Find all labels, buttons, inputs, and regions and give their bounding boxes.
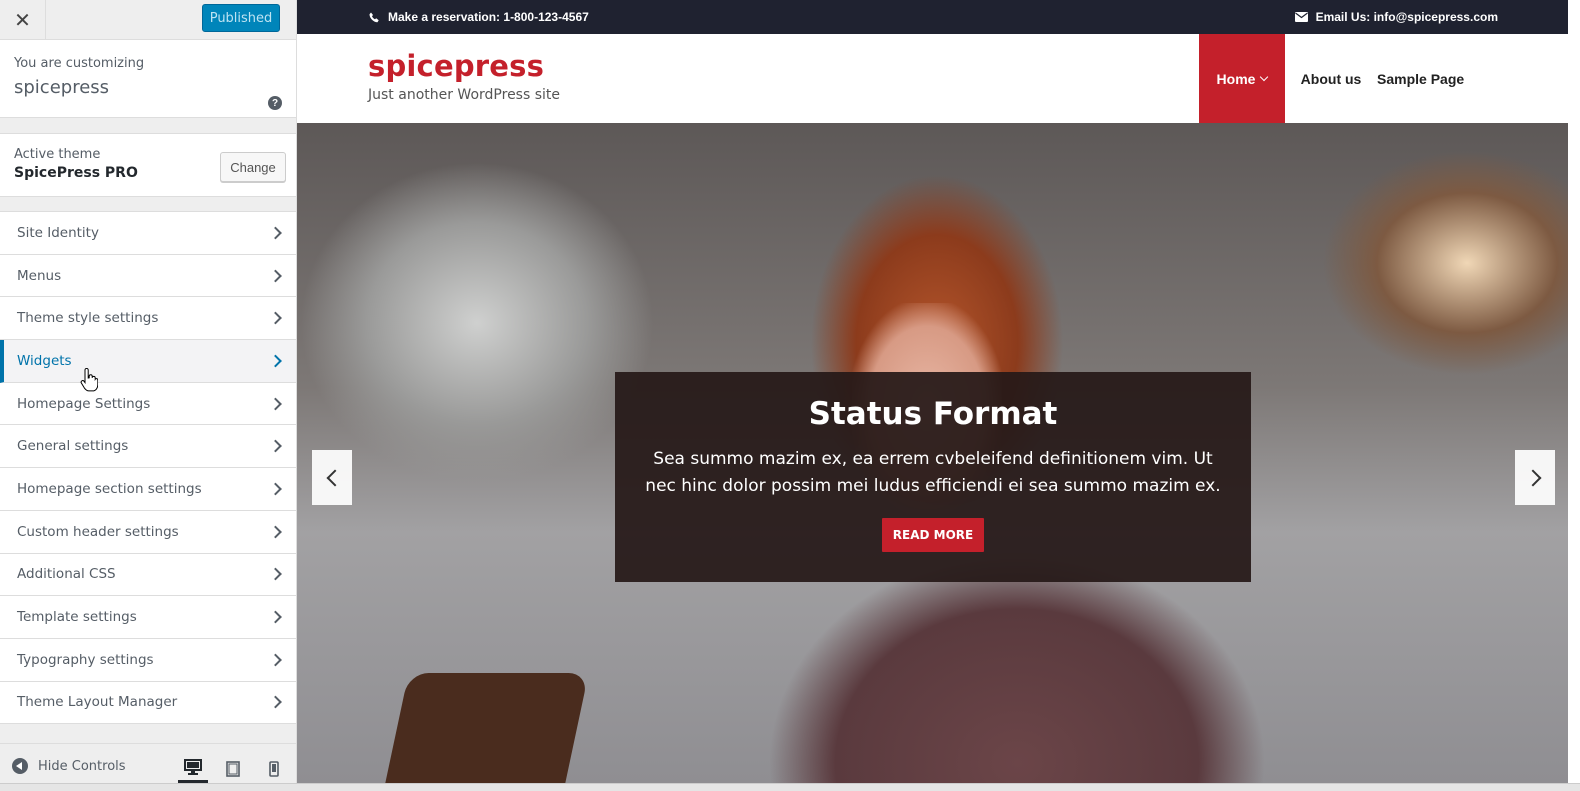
panel-label: General settings — [17, 438, 129, 455]
panel-label: Site Identity — [17, 224, 99, 241]
email-text: Email Us: info@spicepress.com — [1315, 10, 1498, 24]
chevron-right-icon — [269, 311, 282, 325]
nav-about-us[interactable]: About us — [1285, 34, 1377, 123]
email-info: Email Us: info@spicepress.com — [1294, 10, 1498, 24]
hero-slider: Status Format Sea summo mazim ex, ea err… — [297, 123, 1568, 783]
panel-label: Additional CSS — [17, 566, 116, 583]
customizing-info: You are customizing spicepress ? — [0, 40, 296, 118]
chevron-right-icon — [269, 354, 282, 368]
chevron-left-icon — [326, 469, 343, 486]
panel-label: Theme Layout Manager — [17, 694, 178, 711]
panel-homepage-section-settings[interactable]: Homepage section settings — [0, 468, 296, 511]
chevron-right-icon — [269, 226, 282, 240]
site-topbar: Make a reservation: 1-800-123-4567 Email… — [297, 0, 1568, 34]
change-theme-button[interactable]: Change — [220, 152, 286, 182]
mobile-icon — [269, 761, 279, 777]
nav-home-label: Home — [1216, 70, 1256, 87]
envelope-icon — [1294, 12, 1308, 22]
nav-sample-page[interactable]: Sample Page — [1377, 34, 1482, 123]
tablet-icon — [226, 761, 240, 777]
chevron-right-icon — [269, 525, 282, 539]
panel-menus[interactable]: Menus — [0, 254, 296, 298]
chevron-right-icon — [269, 397, 282, 410]
chevron-right-icon — [269, 567, 282, 581]
panel-label: Widgets — [17, 352, 72, 369]
slide-title: Status Format — [808, 396, 1058, 432]
panel-label: Theme style settings — [17, 310, 159, 327]
site-title[interactable]: spicepress — [368, 49, 560, 83]
read-more-button[interactable]: READ MORE — [881, 518, 985, 552]
desktop-icon — [184, 759, 202, 775]
preview-mobile-button[interactable] — [259, 754, 289, 784]
phone-text: Make a reservation: 1-800-123-4567 — [388, 10, 589, 24]
site-branding[interactable]: spicepress Just another WordPress site — [368, 49, 560, 103]
customizer-sidebar: ✕ Published You are customizing spicepre… — [0, 0, 297, 791]
customizing-site-name: spicepress — [14, 77, 110, 98]
panel-theme-style-settings[interactable]: Theme style settings — [0, 297, 296, 341]
hand-cursor-icon — [80, 368, 98, 392]
reservation-info: Make a reservation: 1-800-123-4567 — [369, 10, 589, 24]
panel-label: Homepage Settings — [17, 395, 151, 412]
chevron-right-icon — [269, 482, 282, 496]
slider-next-button[interactable] — [1515, 450, 1555, 505]
chevron-right-icon — [269, 696, 282, 709]
panel-theme-layout-manager[interactable]: Theme Layout Manager — [0, 681, 296, 725]
preview-tablet-button[interactable] — [218, 754, 248, 784]
slider-prev-button[interactable] — [312, 450, 352, 505]
site-tagline: Just another WordPress site — [368, 87, 561, 103]
chevron-right-icon — [269, 269, 282, 282]
panel-label: Custom header settings — [17, 523, 179, 540]
active-theme-section: Active theme SpicePress PRO Change — [0, 133, 296, 197]
nav-home[interactable]: Home — [1199, 34, 1285, 123]
window-bottom-edge — [0, 783, 1580, 791]
site-preview: Make a reservation: 1-800-123-4567 Email… — [297, 0, 1568, 783]
chevron-right-icon — [269, 610, 282, 624]
customizer-header: ✕ Published — [0, 0, 296, 40]
preview-desktop-button[interactable] — [178, 754, 208, 784]
panel-additional-css[interactable]: Additional CSS — [0, 553, 296, 597]
hide-controls-button[interactable]: Hide Controls — [12, 758, 126, 774]
close-customizer-button[interactable]: ✕ — [0, 0, 46, 40]
chevron-right-icon — [269, 653, 282, 667]
panel-homepage-settings[interactable]: Homepage Settings — [0, 382, 296, 426]
panel-label: Template settings — [17, 609, 137, 626]
panel-widgets[interactable]: Widgets — [0, 340, 296, 383]
customizer-panel-list: Site Identity Menus Theme style settings… — [0, 211, 296, 725]
main-navigation: Home About us Sample Page — [1199, 34, 1568, 123]
panel-template-settings[interactable]: Template settings — [0, 596, 296, 639]
publish-button[interactable]: Published — [202, 4, 280, 32]
phone-icon — [369, 12, 380, 23]
site-header: spicepress Just another WordPress site H… — [297, 34, 1568, 123]
chevron-right-icon — [269, 439, 282, 453]
slide-caption: Status Format Sea summo mazim ex, ea err… — [615, 372, 1251, 582]
panel-general-settings[interactable]: General settings — [0, 425, 296, 469]
panel-label: Menus — [17, 267, 62, 284]
hero-photo-chair — [385, 673, 589, 783]
chevron-right-icon — [1524, 469, 1541, 486]
panel-label: Homepage section settings — [17, 480, 202, 497]
panel-typography-settings[interactable]: Typography settings — [0, 638, 296, 682]
help-icon[interactable]: ? — [268, 96, 282, 110]
collapse-arrow-icon — [12, 758, 28, 774]
panel-label: Typography settings — [17, 651, 154, 668]
slide-text: Sea summo mazim ex, ea errem cvbeleifend… — [645, 449, 1221, 496]
customizing-label: You are customizing — [14, 56, 145, 71]
chevron-down-icon — [1260, 72, 1269, 81]
panel-custom-header-settings[interactable]: Custom header settings — [0, 510, 296, 554]
panel-site-identity[interactable]: Site Identity — [0, 212, 296, 255]
hide-controls-label: Hide Controls — [38, 758, 126, 774]
